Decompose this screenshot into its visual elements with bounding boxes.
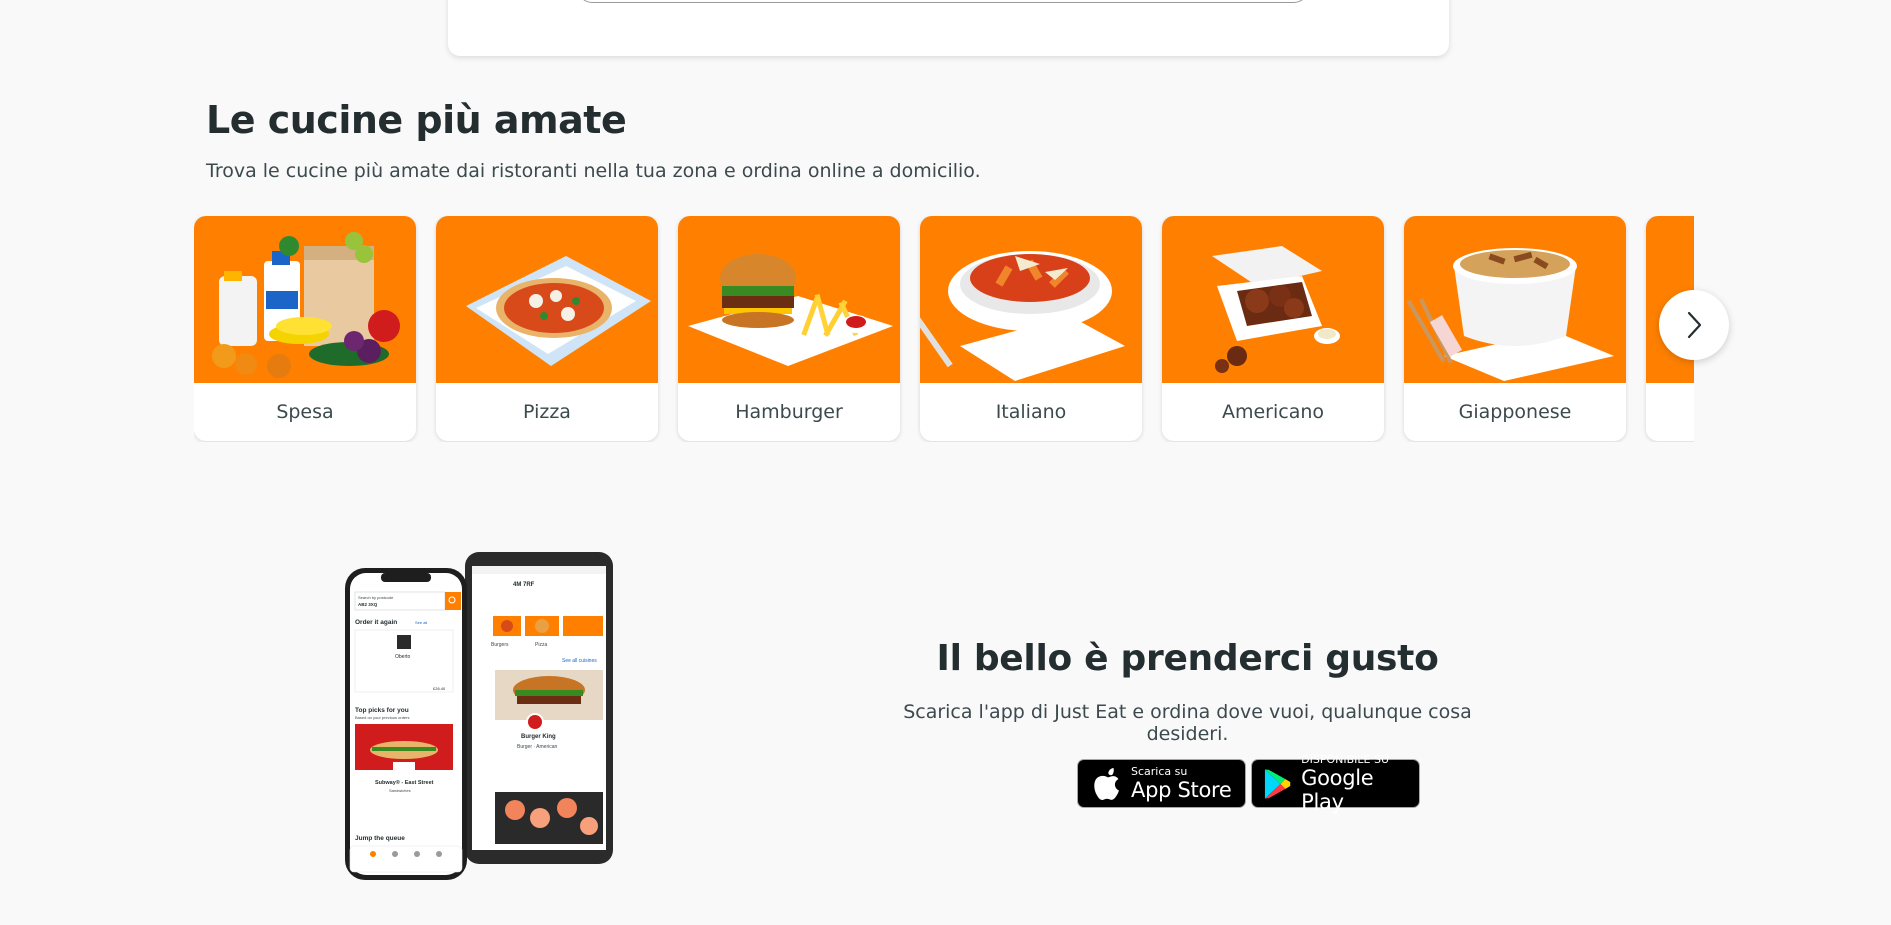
cuisine-label: Spesa — [276, 401, 334, 423]
iphone-see-all: See all — [415, 620, 427, 625]
android-restaurant-name: Burger King — [521, 734, 556, 740]
apple-icon — [1094, 767, 1119, 800]
burger-image — [678, 216, 900, 383]
app-store-small-text: Scarica su — [1131, 764, 1188, 778]
iphone-order-again: Order it again — [355, 619, 397, 626]
groceries-image — [194, 216, 416, 383]
iphone-postcode: AB2 3XQ — [358, 602, 378, 607]
iphone-top-picks-sub: Based on your previous orders — [355, 715, 409, 720]
cuisine-label: Americano — [1221, 401, 1325, 423]
cuisines-title: Le cucine più amate — [206, 98, 627, 142]
app-promo-title: Il bello è prenderci gusto — [936, 638, 1439, 679]
iphone-jump-queue: Jump the queue — [355, 835, 405, 842]
app-store-button[interactable]: Scarica su App Store — [1077, 759, 1246, 808]
android-see-all-cuisines: See all cuisines — [562, 658, 597, 664]
cuisine-card-pizza[interactable]: Pizza — [436, 216, 658, 441]
cuisines-subtitle: Trova le cucine più amate dai ristoranti… — [206, 160, 981, 182]
google-play-big-text: Google Play — [1301, 765, 1374, 814]
poke-bowl-image — [1404, 216, 1626, 383]
iphone-subway-category: Sandwiches — [389, 788, 411, 793]
iphone-restaurant-oberto: Oberto — [395, 654, 411, 660]
cuisine-card-giapponese[interactable]: Giapponese — [1404, 216, 1626, 441]
iphone-subway-name: Subway® - East Street — [375, 779, 434, 786]
iphone-search-label: Search by postcode — [358, 595, 394, 600]
carousel-next-button[interactable] — [1659, 290, 1729, 360]
cuisine-card-spesa[interactable]: Spesa — [194, 216, 416, 441]
cuisine-label: Giapponese — [1458, 401, 1572, 423]
phones-illustration: 4M 7RF Burgers Pizza See all cuisines Bu… — [345, 550, 615, 880]
android-tab-burgers: Burgers — [491, 642, 509, 648]
google-play-small-text: DISPONIBILE SU — [1301, 752, 1390, 766]
cuisine-label: Pizza — [523, 401, 571, 423]
pizza-image — [436, 216, 658, 383]
google-play-button[interactable]: DISPONIBILE SU Google Play — [1251, 753, 1420, 814]
iphone-order-price: £26.40 — [433, 686, 446, 691]
chevron-right-icon — [1687, 311, 1702, 339]
app-promo-subtitle: Scarica l'app di Just Eat e ordina dove … — [903, 701, 1472, 745]
iphone-top-picks: Top picks for you — [355, 707, 409, 714]
search-card — [448, 0, 1449, 56]
cuisine-card-hamburger[interactable]: Hamburger — [678, 216, 900, 441]
cuisine-label: Hamburger — [735, 401, 843, 423]
cuisine-label: Italiano — [995, 401, 1067, 423]
pasta-image — [920, 216, 1142, 383]
page: Le cucine più amate Trova le cucine più … — [0, 0, 1891, 925]
android-restaurant-category: Burger · American — [517, 744, 558, 750]
search-pill[interactable] — [578, 0, 1308, 3]
google-play-icon — [1264, 768, 1291, 799]
cuisine-card-italiano[interactable]: Italiano — [920, 216, 1142, 441]
cuisine-card-americano[interactable]: Americano — [1162, 216, 1384, 441]
chicken-wings-image — [1162, 216, 1384, 383]
android-tab-pizza: Pizza — [535, 642, 547, 648]
android-location: 4M 7RF — [513, 582, 535, 588]
cuisine-carousel: Spesa Pizza Hamburger Italiano Americano… — [194, 216, 1694, 442]
app-store-big-text: App Store — [1131, 777, 1232, 802]
